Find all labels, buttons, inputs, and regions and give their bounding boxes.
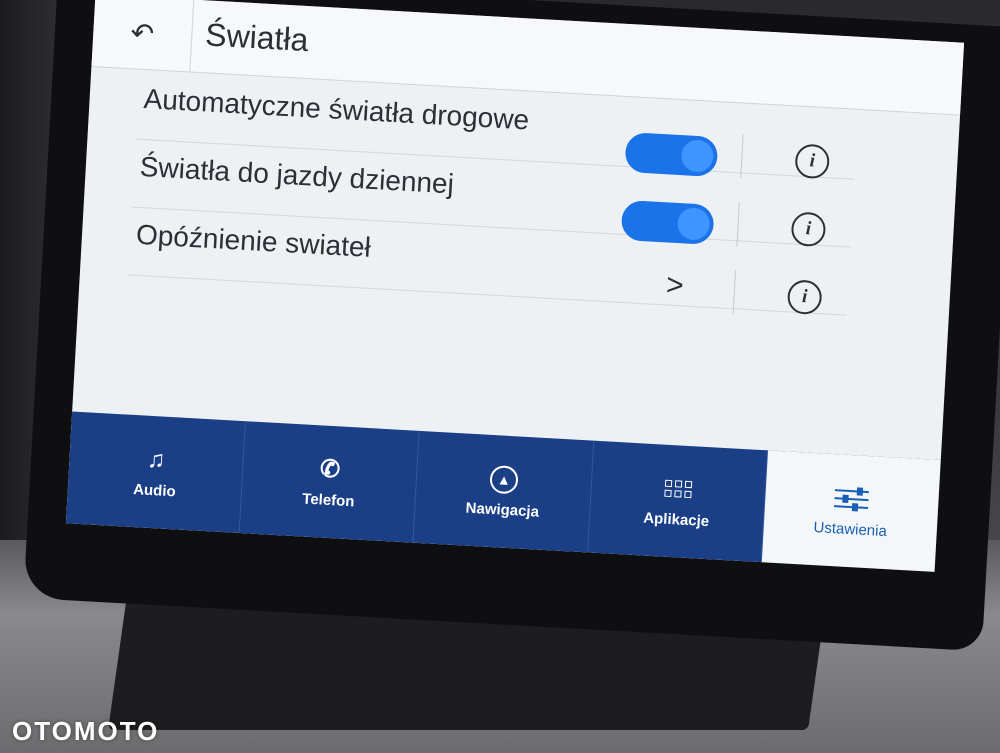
- watermark-logo: OTOMOTO: [12, 716, 160, 746]
- back-arrow-icon: ↶: [129, 16, 155, 49]
- nav-tab-nawigacja[interactable]: ▲ Nawigacja: [413, 430, 594, 553]
- navigation-arrow-icon: ▲: [489, 464, 519, 494]
- nav-tab-aplikacje[interactable]: Aplikacje: [587, 440, 768, 563]
- nav-tab-telefon[interactable]: ✆ Telefon: [239, 421, 421, 543]
- nav-tab-label: Nawigacja: [465, 499, 540, 521]
- infotainment-screen: ↶ Światła Automatyczne światła drogowe i…: [65, 0, 965, 572]
- nav-tab-label: Aplikacje: [642, 509, 710, 530]
- apps-grid-icon: [664, 474, 693, 503]
- nav-tab-label: Telefon: [301, 489, 355, 510]
- toggle-knob: [676, 207, 711, 241]
- info-icon[interactable]: i: [786, 279, 823, 316]
- music-note-icon: ♫: [146, 445, 166, 474]
- setting-label: Opóźnienie swiateł: [135, 218, 372, 263]
- row-divider: [732, 270, 737, 315]
- page-title: Światła: [204, 16, 310, 59]
- nav-tab-audio[interactable]: ♫ Audio: [65, 411, 247, 534]
- settings-sliders-icon: [834, 484, 870, 514]
- phone-icon: ✆: [319, 454, 341, 484]
- nav-tab-label: Ustawienia: [813, 518, 888, 540]
- setting-label: Światła do jazdy dziennej: [139, 150, 455, 200]
- info-icon[interactable]: i: [794, 143, 831, 180]
- back-button[interactable]: ↶: [91, 0, 195, 72]
- setting-label: Automatyczne światła drogowe: [142, 83, 530, 136]
- info-icon[interactable]: i: [790, 211, 827, 248]
- nav-tab-label: Audio: [132, 480, 177, 500]
- toggle-knob: [680, 139, 715, 173]
- nav-tab-ustawienia[interactable]: Ustawienia: [761, 450, 941, 572]
- chevron-right-icon[interactable]: >: [665, 268, 684, 303]
